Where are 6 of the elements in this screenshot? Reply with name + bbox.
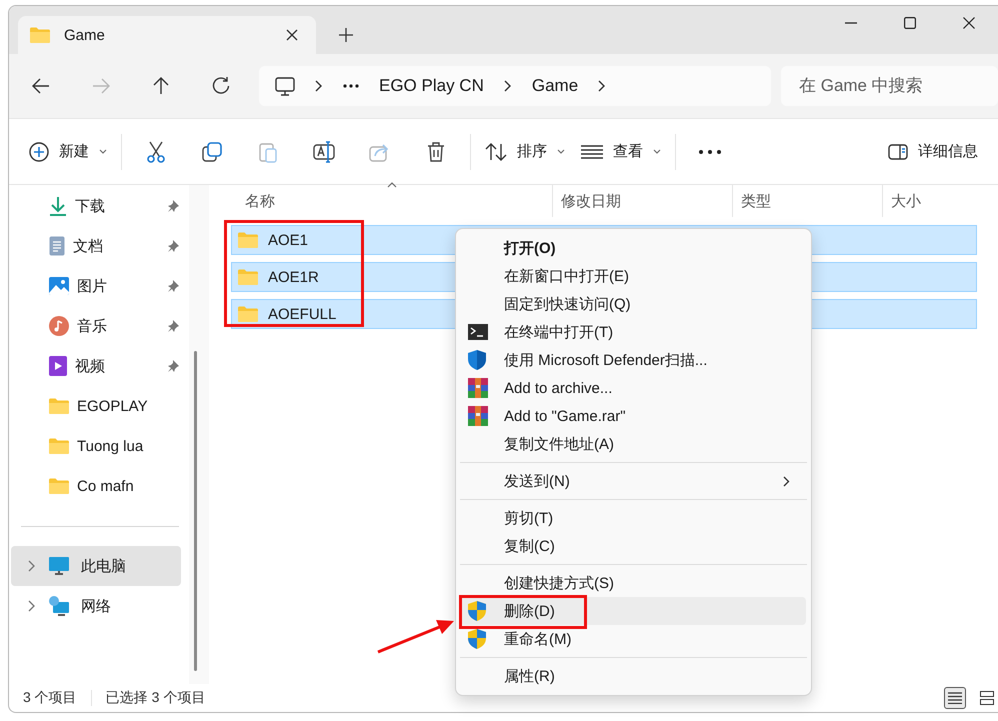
file-name: AOE1: [268, 232, 308, 248]
selection-count: 已选择 3 个项目: [106, 689, 206, 707]
file-name: AOE1R: [268, 268, 319, 286]
item-count: 3 个项目: [23, 689, 77, 707]
file-name: AOEFULL: [268, 306, 336, 322]
tab-title: Game: [64, 26, 105, 44]
